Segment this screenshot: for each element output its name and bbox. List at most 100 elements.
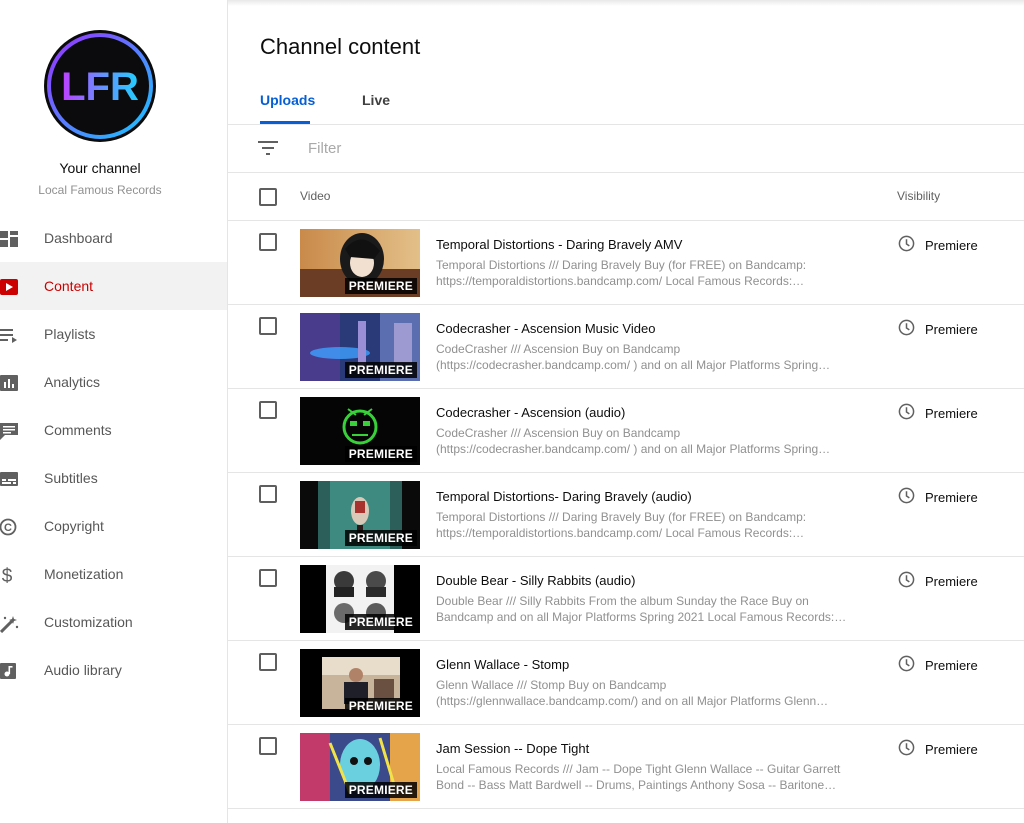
sidebar-item-comments[interactable]: Comments [0,406,227,454]
row-checkbox[interactable] [259,485,277,503]
row-checkbox[interactable] [259,569,277,587]
video-thumbnail[interactable]: PREMIERE [300,733,420,801]
video-title[interactable]: Jam Session -- Dope Tight [436,741,589,756]
visibility-status[interactable]: Premiere [925,490,978,505]
clock-icon [898,571,915,588]
sidebar-item-audio-library[interactable]: Audio library [0,646,227,694]
visibility-status[interactable]: Premiere [925,742,978,757]
table-row[interactable]: PREMIERE Temporal Distortions - Daring B… [228,221,1024,305]
table-header: Video Visibility [228,173,1024,221]
monetization-icon: $ [2,566,13,585]
sidebar-item-content[interactable]: Content [0,262,227,310]
filter-bar [228,125,1024,173]
select-all-checkbox[interactable] [259,188,277,206]
video-description-line: (https://codecrasher.bandcamp.com/ ) and… [436,358,831,372]
premiere-badge: PREMIERE [344,782,417,798]
video-description-line: Bond -- Bass Matt Bardwell -- Drums, Pai… [436,778,837,792]
video-thumbnail[interactable]: PREMIERE [300,229,420,297]
sidebar-item-label: Analytics [44,374,101,390]
filter-icon[interactable] [258,140,278,156]
sidebar-item-playlists[interactable]: Playlists [0,310,227,358]
tab-live[interactable]: Live [362,92,390,108]
video-thumbnail[interactable]: PREMIERE [300,565,420,633]
video-description: CodeCrasher /// Ascension Buy on Bandcam… [436,341,856,373]
video-description-line: Local Famous Records /// Jam -- Dope Tig… [436,762,841,776]
table-row[interactable]: PREMIERE Codecrasher - Ascension (audio)… [228,389,1024,473]
sidebar-item-analytics[interactable]: Analytics [0,358,227,406]
row-checkbox[interactable] [259,233,277,251]
sidebar-item-label: Subtitles [44,470,98,486]
sidebar-item-label: Monetization [44,566,124,582]
video-title[interactable]: Temporal Distortions - Daring Bravely AM… [436,237,682,252]
sidebar-nav: Dashboard Content Playlists Analytics Co… [0,214,227,694]
visibility-status[interactable]: Premiere [925,574,978,589]
row-checkbox[interactable] [259,401,277,419]
sidebar-item-monetization[interactable]: $ Monetization [0,550,227,598]
sidebar-item-copyright[interactable]: C Copyright [0,502,227,550]
table-row[interactable]: PREMIERE Codecrasher - Ascension Music V… [228,305,1024,389]
video-description: Glenn Wallace /// Stomp Buy on Bandcamp … [436,677,856,709]
channel-title: Your channel [59,160,141,176]
svg-text:C: C [4,522,12,534]
video-description-line: CodeCrasher /// Ascension Buy on Bandcam… [436,426,681,440]
video-thumbnail[interactable]: PREMIERE [300,481,420,549]
premiere-badge: PREMIERE [344,362,417,378]
visibility-status[interactable]: Premiere [925,406,978,421]
table-row[interactable]: PREMIERE Double Bear - Silly Rabbits (au… [228,557,1024,641]
sidebar-item-dashboard[interactable]: Dashboard [0,214,227,262]
channel-name: Local Famous Records [38,183,162,197]
clock-icon [898,403,915,420]
sidebar-item-label: Content [44,278,94,294]
visibility-status[interactable]: Premiere [925,658,978,673]
visibility-status[interactable]: Premiere [925,322,978,337]
analytics-icon [0,375,18,391]
copyright-icon: C [0,518,17,536]
visibility-status[interactable]: Premiere [925,238,978,253]
video-description-line: https://temporaldistortions.bandcamp.com… [436,526,805,540]
video-list: PREMIERE Temporal Distortions - Daring B… [228,221,1024,809]
row-checkbox[interactable] [259,317,277,335]
video-description: Temporal Distortions /// Daring Bravely … [436,257,856,289]
page-title: Channel content [260,34,421,59]
row-checkbox[interactable] [259,653,277,671]
sidebar-item-customization[interactable]: Customization [0,598,227,646]
video-title[interactable]: Double Bear - Silly Rabbits (audio) [436,573,635,588]
clock-icon [898,487,915,504]
row-checkbox[interactable] [259,737,277,755]
sidebar-item-label: Customization [44,614,133,630]
video-description-line: Temporal Distortions /// Daring Bravely … [436,510,807,524]
column-header-visibility: Visibility [897,189,941,203]
dashboard-icon [0,231,18,247]
column-header-video: Video [300,189,331,203]
table-row[interactable]: PREMIERE Jam Session -- Dope Tight Local… [228,725,1024,809]
video-description: Double Bear /// Silly Rabbits From the a… [436,593,856,625]
video-title[interactable]: Codecrasher - Ascension (audio) [436,405,625,420]
table-row[interactable]: PREMIERE Temporal Distortions- Daring Br… [228,473,1024,557]
table-row[interactable]: PREMIERE Glenn Wallace - Stomp Glenn Wal… [228,641,1024,725]
clock-icon [898,319,915,336]
content-tabs: Uploads Live [228,78,1024,125]
sidebar-item-label: Playlists [44,326,96,342]
subtitles-icon [0,472,18,486]
video-description: Local Famous Records /// Jam -- Dope Tig… [436,761,856,793]
sidebar-item-subtitles[interactable]: Subtitles [0,454,227,502]
video-description: Temporal Distortions /// Daring Bravely … [436,509,856,541]
video-thumbnail[interactable]: PREMIERE [300,649,420,717]
main-content: Channel content Uploads Live Video Visib… [228,0,1024,823]
video-thumbnail[interactable]: PREMIERE [300,397,420,465]
video-description-line: https://temporaldistortions.bandcamp.com… [436,274,805,288]
video-title[interactable]: Glenn Wallace - Stomp [436,657,569,672]
video-description-line: CodeCrasher /// Ascension Buy on Bandcam… [436,342,681,356]
filter-input[interactable] [308,136,708,160]
playlists-icon [0,329,17,343]
tab-uploads[interactable]: Uploads [260,92,315,108]
video-description-line: Bandcamp and on all Major Platforms Spri… [436,610,847,624]
video-title[interactable]: Temporal Distortions- Daring Bravely (au… [436,489,692,504]
content-icon [0,279,18,295]
video-thumbnail[interactable]: PREMIERE [300,313,420,381]
premiere-badge: PREMIERE [344,698,417,714]
comments-icon [0,423,18,440]
video-title[interactable]: Codecrasher - Ascension Music Video [436,321,655,336]
channel-logo-icon: LFR [47,33,153,139]
channel-avatar[interactable]: LFR [44,30,156,142]
